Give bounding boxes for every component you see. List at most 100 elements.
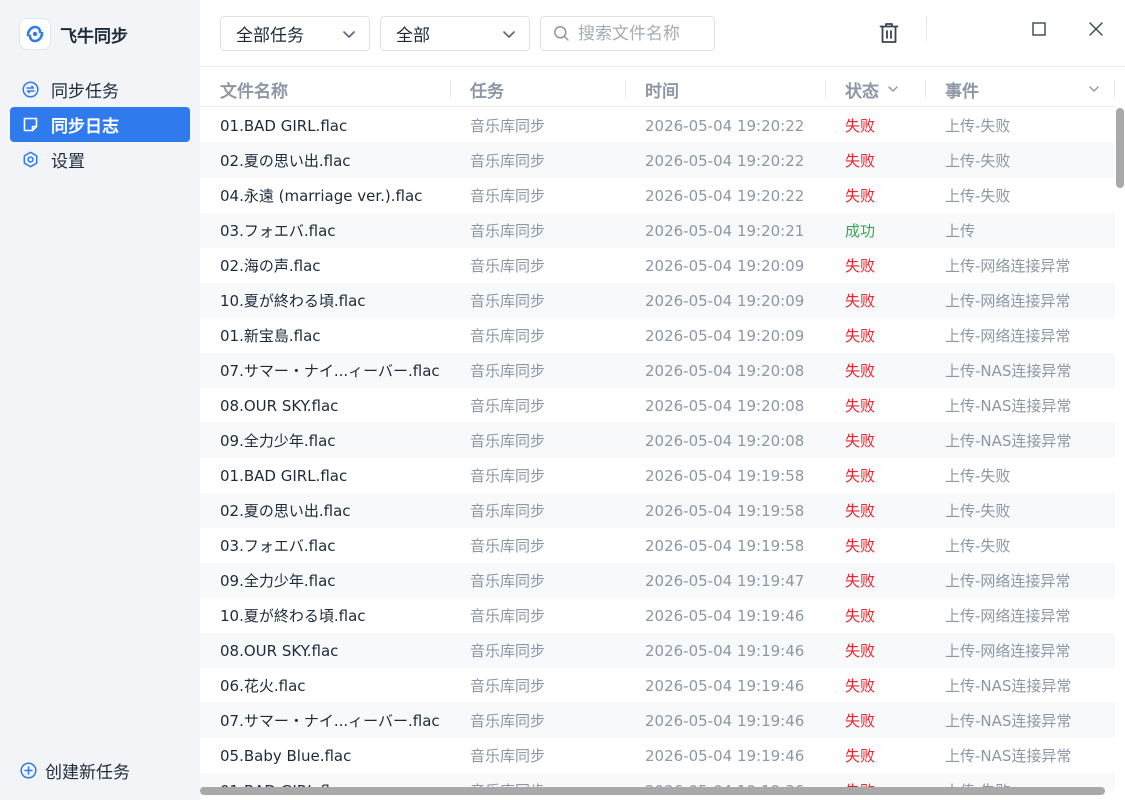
sidebar-item-sync-tasks[interactable]: 同步任务	[10, 72, 190, 107]
create-task-button[interactable]: 创建新任务	[20, 758, 130, 783]
task-filter-select[interactable]: 全部任务	[220, 16, 370, 51]
table-row[interactable]: 03.フォエバ.flac 音乐库同步 2026-05-04 19:19:58 失败 上传…	[200, 528, 1115, 563]
search-input[interactable]	[578, 23, 708, 44]
file-name-cell: 10.夏が終わる頃.flac	[220, 607, 366, 625]
time-cell: 2026-05-04 19:19:58	[645, 502, 805, 520]
task-cell: 音乐库同步	[470, 222, 546, 240]
status-cell: 失败	[845, 502, 876, 520]
status-cell: 失败	[845, 397, 876, 415]
file-name-cell: 07.サマー・ナイ...ィーバー.flac	[220, 712, 440, 730]
event-cell: 上传-NAS连接异常	[945, 747, 1072, 765]
feiniu-sync-logo-icon	[20, 19, 50, 49]
table-row[interactable]: 10.夏が終わる頃.flac 音乐库同步 2026-05-04 19:20:09 失败…	[200, 283, 1115, 318]
column-divider	[925, 80, 926, 98]
table-row[interactable]: 02.夏の思い出.flac 音乐库同步 2026-05-04 19:20:22 失败 上…	[200, 143, 1115, 178]
plus-circle-icon	[20, 762, 37, 779]
time-cell: 2026-05-04 19:20:09	[645, 257, 805, 275]
sidebar-item-label: 设置	[51, 152, 85, 172]
delete-log-button[interactable]	[878, 21, 900, 45]
status-cell: 失败	[845, 257, 876, 275]
search-icon	[554, 26, 569, 41]
column-divider	[450, 80, 451, 98]
time-cell: 2026-05-04 19:19:58	[645, 537, 805, 555]
vertical-scroll-thumb[interactable]	[1116, 108, 1124, 188]
time-cell: 2026-05-04 19:20:09	[645, 327, 805, 345]
vertical-scrollbar[interactable]	[1115, 108, 1125, 790]
table-row[interactable]: 09.全力少年.flac 音乐库同步 2026-05-04 19:20:08 失败 上传…	[200, 423, 1115, 458]
close-button[interactable]	[1081, 16, 1111, 42]
task-filter-value: 全部任务	[236, 26, 304, 46]
table-row[interactable]: 01.新宝島.flac 音乐库同步 2026-05-04 19:20:09 失败 上传-…	[200, 318, 1115, 353]
table-row[interactable]: 02.海の声.flac 音乐库同步 2026-05-04 19:20:09 失败 上传-…	[200, 248, 1115, 283]
time-cell: 2026-05-04 19:19:46	[645, 607, 805, 625]
table-row[interactable]: 09.全力少年.flac 音乐库同步 2026-05-04 19:19:47 失败 上传…	[200, 563, 1115, 598]
status-cell: 失败	[845, 712, 876, 730]
column-header-name: 文件名称	[220, 71, 451, 107]
sidebar-nav: 同步任务 同步日志 设置	[10, 72, 190, 177]
file-name-cell: 05.Baby Blue.flac	[220, 747, 352, 765]
table-row[interactable]: 01.BAD GIRL.flac 音乐库同步 2026-05-04 19:20:22…	[200, 108, 1115, 143]
time-cell: 2026-05-04 19:20:08	[645, 432, 805, 450]
sidebar-item-settings[interactable]: 设置	[10, 142, 190, 177]
file-name-cell: 08.OUR SKY.flac	[220, 642, 339, 660]
task-cell: 音乐库同步	[470, 502, 546, 520]
sidebar-item-label: 同步任务	[51, 82, 119, 102]
column-header-label: 时间	[645, 81, 679, 102]
status-cell: 失败	[845, 642, 876, 660]
task-cell: 音乐库同步	[470, 187, 546, 205]
status-filter-value: 全部	[396, 26, 430, 46]
table-row[interactable]: 04.永遠 (marriage ver.).flac 音乐库同步 2026-05-0…	[200, 178, 1115, 213]
task-cell: 音乐库同步	[470, 432, 546, 450]
file-name-cell: 04.永遠 (marriage ver.).flac	[220, 187, 423, 205]
task-cell: 音乐库同步	[470, 152, 546, 170]
file-name-cell: 02.海の声.flac	[220, 257, 321, 275]
file-name-cell: 03.フォエバ.flac	[220, 537, 336, 555]
table-row[interactable]: 06.花火.flac 音乐库同步 2026-05-04 19:19:46 失败 上传-N…	[200, 668, 1115, 703]
status-cell: 失败	[845, 362, 876, 380]
time-cell: 2026-05-04 19:20:09	[645, 292, 805, 310]
event-cell: 上传-失败	[945, 187, 1011, 205]
task-cell: 音乐库同步	[470, 117, 546, 135]
file-name-cell: 06.花火.flac	[220, 677, 306, 695]
table-header: 文件名称 任务 时间 状态 事件	[200, 71, 1115, 107]
time-cell: 2026-05-04 19:20:22	[645, 117, 805, 135]
sidebar-item-label: 同步日志	[51, 117, 119, 137]
table-row[interactable]: 01.BAD GIRL.flac 音乐库同步 2026-05-04 19:19:58…	[200, 458, 1115, 493]
table-row[interactable]: 10.夏が終わる頃.flac 音乐库同步 2026-05-04 19:19:46 失败…	[200, 598, 1115, 633]
table-row[interactable]: 07.サマー・ナイ...ィーバー.flac 音乐库同步 2026-05-04 19:…	[200, 703, 1115, 738]
maximize-button[interactable]	[1024, 16, 1054, 42]
column-header-event[interactable]: 事件	[945, 71, 1115, 107]
task-cell: 音乐库同步	[470, 642, 546, 660]
time-cell: 2026-05-04 19:20:22	[645, 187, 805, 205]
status-cell: 失败	[845, 152, 876, 170]
horizontal-scroll-thumb[interactable]	[200, 787, 1105, 795]
column-header-status[interactable]: 状态	[845, 71, 926, 107]
horizontal-scrollbar[interactable]	[200, 786, 1115, 796]
column-divider	[825, 80, 826, 98]
file-name-cell: 01.新宝島.flac	[220, 327, 321, 345]
task-cell: 音乐库同步	[470, 397, 546, 415]
file-name-cell: 09.全力少年.flac	[220, 572, 336, 590]
file-name-cell: 02.夏の思い出.flac	[220, 502, 351, 520]
table-row[interactable]: 08.OUR SKY.flac 音乐库同步 2026-05-04 19:19:46 失…	[200, 633, 1115, 668]
time-cell: 2026-05-04 19:20:22	[645, 152, 805, 170]
task-cell: 音乐库同步	[470, 467, 546, 485]
status-filter-select[interactable]: 全部	[380, 16, 530, 51]
chevron-down-icon	[888, 86, 898, 92]
table-row[interactable]: 07.サマー・ナイ...ィーバー.flac 音乐库同步 2026-05-04 19:…	[200, 353, 1115, 388]
status-cell: 失败	[845, 677, 876, 695]
toolbar: 全部任务 全部	[200, 0, 1125, 67]
table-row[interactable]: 02.夏の思い出.flac 音乐库同步 2026-05-04 19:19:58 失败 上…	[200, 493, 1115, 528]
event-cell: 上传-网络连接异常	[945, 292, 1071, 310]
event-cell: 上传-NAS连接异常	[945, 712, 1072, 730]
table-row[interactable]: 05.Baby Blue.flac 音乐库同步 2026-05-04 19:19:4…	[200, 738, 1115, 773]
status-cell: 失败	[845, 537, 876, 555]
table-row[interactable]: 03.フォエバ.flac 音乐库同步 2026-05-04 19:20:21 成功 上传	[200, 213, 1115, 248]
table-row[interactable]: 08.OUR SKY.flac 音乐库同步 2026-05-04 19:20:08 失…	[200, 388, 1115, 423]
sidebar-item-sync-log[interactable]: 同步日志	[10, 107, 190, 142]
event-cell: 上传-网络连接异常	[945, 572, 1071, 590]
status-cell: 失败	[845, 117, 876, 135]
log-icon	[22, 116, 39, 133]
status-cell: 失败	[845, 607, 876, 625]
event-cell: 上传-NAS连接异常	[945, 677, 1072, 695]
